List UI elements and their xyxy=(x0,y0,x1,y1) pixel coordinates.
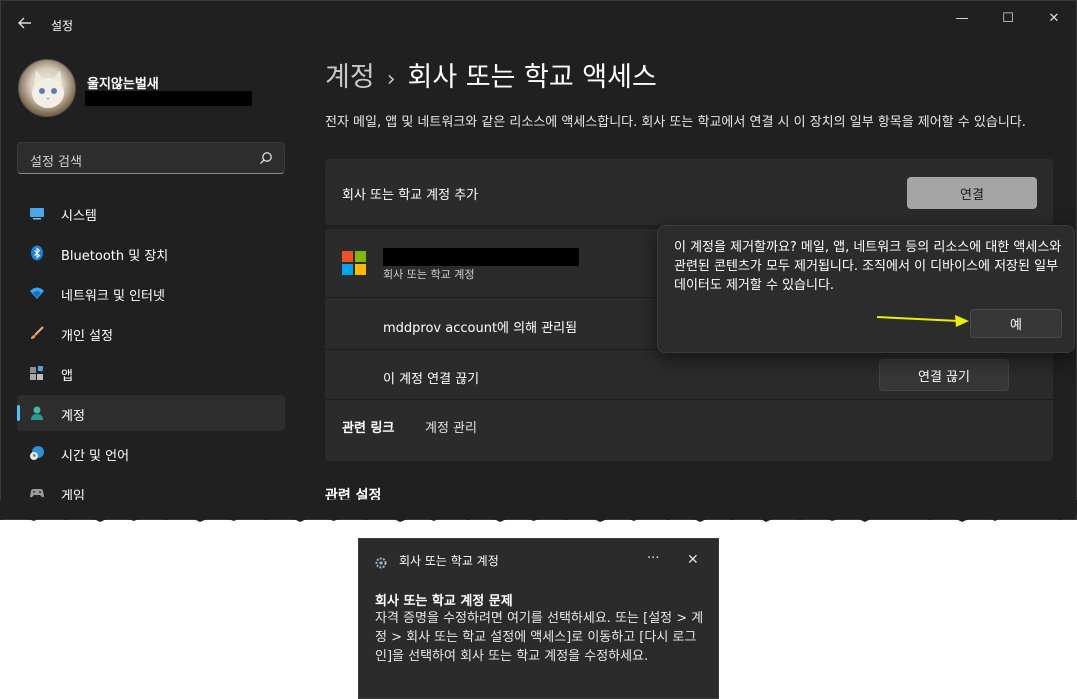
sidebar-item-apps[interactable]: 앱 xyxy=(17,355,285,391)
back-arrow-icon[interactable] xyxy=(15,13,35,33)
close-button[interactable]: ✕ xyxy=(1031,7,1076,29)
breadcrumb-separator: › xyxy=(386,67,396,92)
bluetooth-icon xyxy=(29,245,45,261)
remove-account-message: 이 계정을 제거할까요? 메일, 앱, 네트워크 등의 리소스에 대한 액세스와… xyxy=(674,240,1062,293)
sidebar-item-system[interactable]: 시스템 xyxy=(17,195,285,231)
page-description: 전자 메일, 앱 및 네트워크와 같은 리소스에 액세스합니다. 회사 또는 학… xyxy=(325,115,1026,130)
add-account-card: 회사 또는 학교 계정 추가 연결 xyxy=(325,159,1053,225)
account-type-label: 회사 또는 학교 계정 xyxy=(383,268,475,281)
sidebar-item-time-language[interactable]: 시간 및 언어 xyxy=(17,435,285,471)
managed-by-label: mddprov account에 의해 관리됨 xyxy=(383,321,578,336)
related-links-label: 관련 링크 xyxy=(342,421,395,436)
title-bar: 설정 — ☐ ✕ xyxy=(1,1,1076,47)
system-icon xyxy=(29,205,45,221)
page-title: 회사 또는 학교 액세스 xyxy=(407,62,657,93)
window-title: 설정 xyxy=(51,19,74,33)
sidebar-item-network[interactable]: 네트워크 및 인터넷 xyxy=(17,275,285,311)
search-placeholder: 설정 검색 xyxy=(30,155,82,170)
notification-toast[interactable]: 회사 또는 학교 계정 ··· ✕ 회사 또는 학교 계정 문제 자격 증명을 … xyxy=(358,538,719,699)
search-icon[interactable] xyxy=(258,150,274,166)
sidebar-item-label: 시스템 xyxy=(61,209,97,224)
apps-icon xyxy=(29,365,45,381)
sidebar-item-personalization[interactable]: 개인 설정 xyxy=(17,315,285,351)
more-options-button[interactable]: ··· xyxy=(647,551,659,566)
microsoft-logo-icon xyxy=(342,251,366,275)
breadcrumb-parent[interactable]: 계정 xyxy=(325,62,375,93)
yes-button[interactable]: 예 xyxy=(970,309,1062,338)
notification-close-button[interactable]: ✕ xyxy=(687,552,699,568)
manage-account-link[interactable]: 계정 관리 xyxy=(425,417,477,436)
user-email-redacted xyxy=(85,91,252,106)
avatar[interactable] xyxy=(18,59,76,117)
notification-app-title: 회사 또는 학교 계정 xyxy=(399,554,499,568)
gear-icon xyxy=(375,554,387,569)
sidebar-item-accounts[interactable]: 계정 xyxy=(17,395,285,431)
connect-button[interactable]: 연결 xyxy=(907,177,1037,209)
disconnect-button[interactable]: 연결 끊기 xyxy=(879,359,1009,391)
maximize-button[interactable]: ☐ xyxy=(985,7,1031,29)
disconnect-label: 이 계정 연결 끊기 xyxy=(383,372,480,387)
remove-account-flyout: 이 계정을 제거할까요? 메일, 앱, 네트워크 등의 리소스에 대한 액세스와… xyxy=(657,225,1075,353)
sidebar-item-label: 시간 및 언어 xyxy=(61,449,130,464)
sidebar-item-bluetooth[interactable]: Bluetooth 및 장치 xyxy=(17,235,285,271)
sidebar: 울지않는벌새 설정 검색 시스템 Bluetooth 및 장치 네트워크 및 인… xyxy=(1,47,301,519)
notification-body: 자격 증명을 수정하려면 여기를 선택하세요. 또는 [설정 > 계정 > 회사… xyxy=(375,611,704,664)
network-icon xyxy=(29,285,45,301)
sidebar-item-label: 개인 설정 xyxy=(61,329,113,344)
user-name: 울지않는벌새 xyxy=(87,77,159,92)
sidebar-item-label: Bluetooth 및 장치 xyxy=(61,249,169,264)
globe-clock-icon xyxy=(29,445,45,461)
add-account-label: 회사 또는 학교 계정 추가 xyxy=(342,188,479,203)
account-icon xyxy=(29,405,45,421)
minimize-button[interactable]: — xyxy=(939,7,985,29)
search-input[interactable]: 설정 검색 xyxy=(17,142,285,174)
sidebar-item-label: 네트워크 및 인터넷 xyxy=(61,289,165,304)
divider xyxy=(325,399,1053,400)
gamepad-icon xyxy=(29,485,45,501)
account-email-redacted xyxy=(383,248,579,266)
breadcrumb: 계정 › 회사 또는 학교 액세스 xyxy=(325,55,657,94)
nav-list: 시스템 Bluetooth 및 장치 네트워크 및 인터넷 개인 설정 앱 계정… xyxy=(17,195,285,515)
settings-window: 설정 — ☐ ✕ 울지않는벌새 설정 검색 시스템 Bluetooth 및 장치… xyxy=(0,0,1077,520)
sidebar-item-label: 계정 xyxy=(61,409,85,424)
torn-edge xyxy=(0,500,1077,522)
notification-heading: 회사 또는 학교 계정 문제 xyxy=(375,594,513,609)
brush-icon xyxy=(29,325,45,341)
annotation-arrow-icon xyxy=(876,315,969,327)
sidebar-item-label: 앱 xyxy=(61,369,73,384)
